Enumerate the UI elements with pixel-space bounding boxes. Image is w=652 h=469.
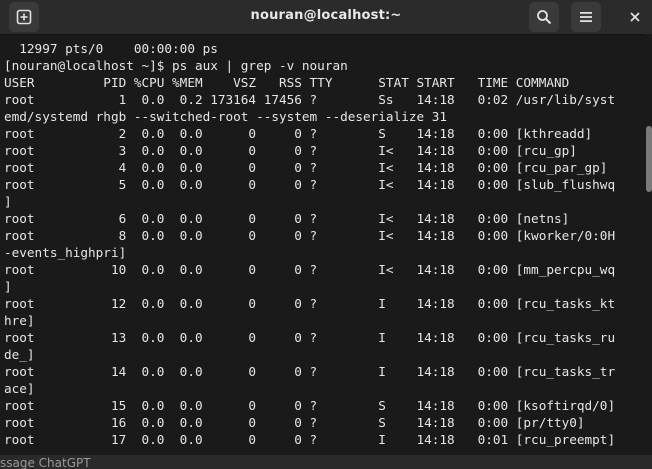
terminal-line: root 10 0.0 0.0 0 0 ? I< 14:18 0:00 [mm_… <box>4 262 616 277</box>
terminal-line: root 2 0.0 0.0 0 0 ? S 14:18 0:00 [kthre… <box>4 126 593 141</box>
terminal-line: -events_highpri] <box>4 245 127 260</box>
terminal-window: nouran@localhost:~ 12997 pts/0 00:00:00 … <box>0 0 652 469</box>
terminal-line: ] <box>4 279 12 294</box>
terminal-line: root 14 0.0 0.0 0 0 ? I 14:18 0:00 [rcu_… <box>4 364 616 379</box>
terminal-line: root 1 0.0 0.2 173164 17456 ? Ss 14:18 0… <box>4 92 616 107</box>
terminal-line: root 6 0.0 0.0 0 0 ? I< 14:18 0:00 [netn… <box>4 211 570 226</box>
terminal-line: root 15 0.0 0.0 0 0 ? S 14:18 0:00 [ksof… <box>4 398 616 413</box>
terminal-line: 12997 pts/0 00:00:00 ps <box>4 41 218 56</box>
terminal-line: root 5 0.0 0.0 0 0 ? I< 14:18 0:00 [slub… <box>4 177 616 192</box>
title-bar: nouran@localhost:~ <box>0 0 652 35</box>
terminal-line: root 3 0.0 0.0 0 0 ? I< 14:18 0:00 [rcu_… <box>4 143 577 158</box>
vertical-scrollbar[interactable] <box>644 34 652 454</box>
terminal-line: ace] <box>4 381 35 396</box>
terminal-line: ] <box>4 194 12 209</box>
scrollbar-thumb[interactable] <box>646 126 652 192</box>
hamburger-menu-icon <box>580 12 592 22</box>
search-icon <box>537 10 552 25</box>
terminal-line: de_] <box>4 347 35 362</box>
terminal-line: root 16 0.0 0.0 0 0 ? S 14:18 0:00 [pr/t… <box>4 415 585 430</box>
terminal-line: emd/systemd rhgb --switched-root --syste… <box>4 109 448 124</box>
terminal-line: root 4 0.0 0.0 0 0 ? I< 14:18 0:00 [rcu_… <box>4 160 608 175</box>
background-app-text: ssage ChatGPT <box>0 455 652 469</box>
search-button[interactable] <box>529 2 559 32</box>
terminal-line: USER PID %CPU %MEM VSZ RSS TTY STAT STAR… <box>4 75 570 90</box>
terminal-line: root 17 0.0 0.0 0 0 ? I 14:18 0:01 [rcu_… <box>4 432 616 447</box>
terminal-line: root 8 0.0 0.0 0 0 ? I< 14:18 0:00 [kwor… <box>4 228 616 243</box>
menu-button[interactable] <box>571 2 601 32</box>
close-icon <box>630 12 640 22</box>
terminal-line: [nouran@localhost ~]$ ps aux | grep -v n… <box>4 58 348 73</box>
close-button[interactable] <box>620 2 650 32</box>
terminal-line: root 13 0.0 0.0 0 0 ? I 14:18 0:00 [rcu_… <box>4 330 616 345</box>
terminal-line: hre] <box>4 313 35 328</box>
terminal-line: root 12 0.0 0.0 0 0 ? I 14:18 0:00 [rcu_… <box>4 296 616 311</box>
terminal-output[interactable]: 12997 pts/0 00:00:00 ps [nouran@localhos… <box>0 40 644 452</box>
